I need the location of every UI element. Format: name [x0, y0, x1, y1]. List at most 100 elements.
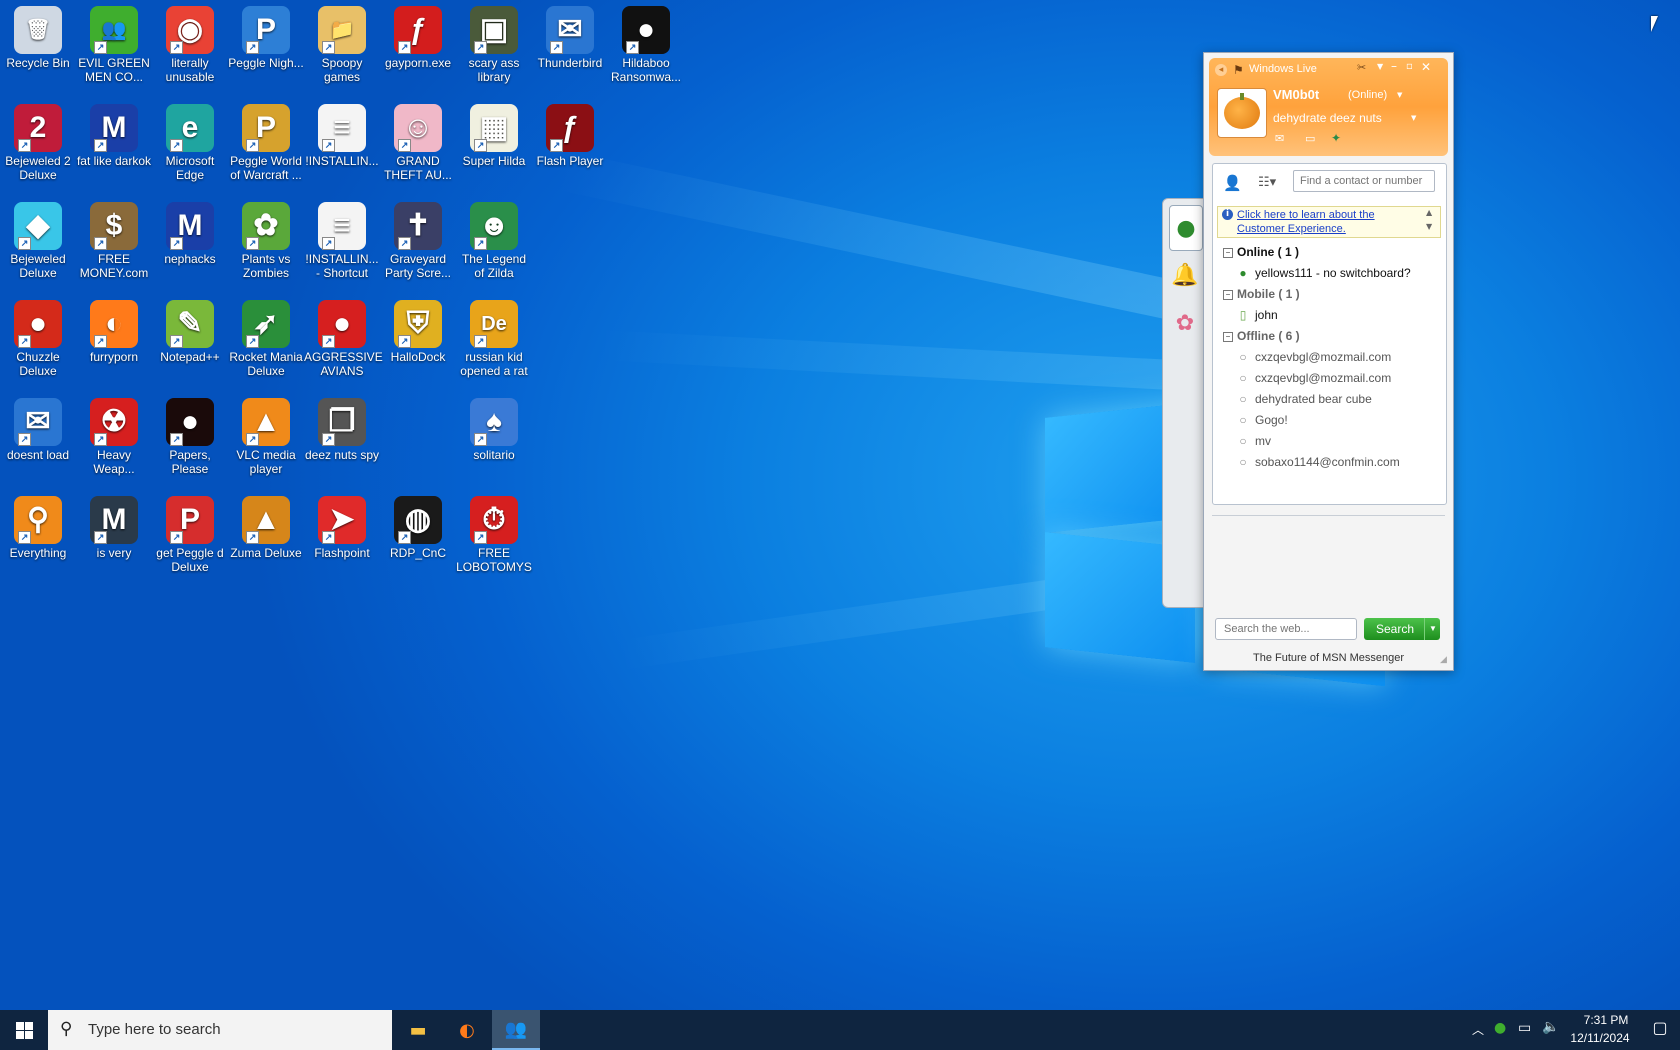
messenger-tray-icon[interactable]: ●	[1494, 1020, 1506, 1036]
contact-item[interactable]: ▯ john	[1213, 305, 1443, 325]
desktop-icon[interactable]: ▣ ↗ scary ass library	[456, 6, 532, 84]
status-dropdown-icon[interactable]: ▼	[1397, 91, 1402, 99]
clock-time[interactable]: 7:31 PM	[1574, 1013, 1638, 1027]
collapse-icon[interactable]: −	[1223, 247, 1233, 258]
desktop-icon[interactable]: ♠ ↗ solitario	[456, 398, 532, 462]
pm-dropdown-icon[interactable]: ▼	[1411, 114, 1416, 122]
desktop-icon[interactable]: e ↗ Microsoft Edge	[152, 104, 228, 182]
desktop-icon[interactable]: ● ↗ AGGRESSIVE AVIANS	[304, 300, 383, 378]
desktop-icon[interactable]: ✉ ↗ Thunderbird	[532, 6, 608, 70]
messenger-button[interactable]: 👥	[492, 1010, 540, 1050]
maximize-button[interactable]: ▫	[1406, 61, 1413, 72]
customer-experience-link[interactable]: Click here to learn about the Customer E…	[1237, 208, 1417, 236]
status-label[interactable]: (Online)	[1348, 89, 1387, 101]
show-hidden-icons[interactable]: ︿	[1472, 1021, 1484, 1038]
desktop-icon[interactable]: ✎ ↗ Notepad++	[152, 300, 228, 364]
contact-item[interactable]: ○ Gogo!	[1213, 410, 1443, 430]
flower-tab[interactable]: ✿	[1169, 301, 1201, 345]
desktop-icon[interactable]: ◐ ↗ furryporn	[76, 300, 152, 364]
clock-date[interactable]: 12/11/2024	[1562, 1031, 1638, 1045]
contact-search-input[interactable]	[1293, 170, 1435, 192]
desktop-icon[interactable]: ● ↗ Papers, Please	[152, 398, 228, 476]
desktop-icon[interactable]: 🗑 Recycle Bin	[0, 6, 76, 70]
desktop-icon[interactable]: P ↗ get Peggle d Deluxe	[152, 496, 228, 574]
display-name[interactable]: VM0b0t	[1273, 87, 1319, 102]
desktop-icon[interactable]: ➶ ↗ Rocket Mania Deluxe	[228, 300, 304, 378]
desktop-icon[interactable]: ☢ ↗ Heavy Weap...	[76, 398, 152, 476]
desktop-icon[interactable]: ● ↗ Hildaboo Ransomwa...	[608, 6, 684, 84]
desktop-icon[interactable]: ➤ ↗ Flashpoint	[304, 496, 380, 560]
settings-icon[interactable]: ✂	[1357, 61, 1366, 74]
contact-item[interactable]: ○ cxzqevbgl@mozmail.com	[1213, 347, 1443, 367]
sort-options-icon[interactable]: ☷▾	[1258, 175, 1276, 190]
menu-chevron-icon[interactable]: ▼	[1377, 62, 1383, 71]
mail-icon[interactable]: ✉	[1275, 132, 1284, 145]
desktop-icon[interactable]: ≡ ↗ !INSTALLIN... - Shortcut	[304, 202, 380, 280]
firefox-button[interactable]: ◐	[443, 1010, 491, 1050]
desktop-icon[interactable]: ⚲ ↗ Everything	[0, 496, 76, 560]
back-icon[interactable]: ◂	[1215, 64, 1227, 76]
desktop-icon[interactable]: ✉ ↗ doesnt load	[0, 398, 76, 462]
desktop-icon[interactable]: ≡ ↗ !INSTALLIN...	[304, 104, 380, 168]
contact-item[interactable]: ○ cxzqevbgl@mozmail.com	[1213, 368, 1443, 388]
contact-item[interactable]: ○ mv	[1213, 431, 1443, 451]
contact-group-header[interactable]: − Online ( 1 )	[1213, 242, 1443, 262]
file-explorer-button[interactable]: ▬	[394, 1010, 442, 1050]
notification-icon[interactable]: ▢	[1640, 1018, 1680, 1037]
scroll-up-icon[interactable]: ▲	[1426, 208, 1432, 217]
avatar[interactable]	[1217, 88, 1267, 138]
search-dropdown-icon[interactable]: ▼	[1424, 618, 1441, 640]
desktop-icon[interactable]: ◍ ↗ RDP_CnC	[380, 496, 456, 560]
desktop-icon[interactable]: P ↗ Peggle World of Warcraft ...	[228, 104, 304, 182]
desktop-icon[interactable]: $ ↗ FREE MONEY.com	[76, 202, 152, 280]
contact-item[interactable]: ○ sobaxo1144@confmin.com	[1213, 452, 1443, 472]
desktop-icon[interactable]: ▲ ↗ Zuma Deluxe	[228, 496, 304, 560]
scroll-down-icon[interactable]: ▼	[1426, 222, 1432, 231]
collapse-icon[interactable]: −	[1223, 289, 1233, 300]
web-search-button[interactable]: Search ▼	[1364, 618, 1440, 640]
desktop-icon[interactable]: De ↗ russian kid opened a rat	[456, 300, 532, 378]
desktop-icon[interactable]: ● ↗ Chuzzle Deluxe	[0, 300, 76, 378]
network-icon[interactable]: ▭	[1518, 1020, 1531, 1036]
desktop-icon[interactable]: ◉ ↗ literally unusable	[152, 6, 228, 84]
contact-item[interactable]: ● yellows111 - no switchboard?	[1213, 263, 1443, 283]
spaces-icon[interactable]: ✦	[1331, 131, 1341, 145]
resize-grip-icon[interactable]: ◢	[1440, 655, 1447, 665]
volume-icon[interactable]: 🔈	[1542, 1019, 1559, 1035]
desktop-icon[interactable]: ▲ ↗ VLC media player	[228, 398, 304, 476]
desktop-icon[interactable]: M ↗ nephacks	[152, 202, 228, 266]
close-button[interactable]: ✕	[1421, 60, 1431, 74]
personal-message[interactable]: dehydrate deez nuts	[1273, 111, 1382, 125]
alerts-tab[interactable]: 🔔	[1169, 253, 1201, 297]
desktop-icon[interactable]: ☺ ↗ GRAND THEFT AU...	[380, 104, 456, 182]
desktop-icon[interactable]: 👥 ↗ EVIL GREEN MEN CO...	[76, 6, 152, 84]
desktop-icon[interactable]: 2 ↗ Bejeweled 2 Deluxe	[0, 104, 76, 182]
desktop-icon[interactable]: M ↗ fat like darkok	[76, 104, 152, 168]
taskbar-search-box[interactable]: ⚲ Type here to search	[48, 1010, 392, 1050]
desktop-icon[interactable]: ☻ ↗ The Legend of Zilda	[456, 202, 532, 280]
desktop-icon[interactable]: ✝ ↗ Graveyard Party Scre...	[380, 202, 456, 280]
web-search-input[interactable]	[1215, 618, 1357, 640]
desktop-icon-label: Papers, Please	[169, 448, 211, 476]
contacts-tab[interactable]: ●	[1169, 205, 1203, 251]
folder-icon[interactable]: ▭	[1305, 132, 1315, 145]
desktop-icon[interactable]: ƒ ↗ gayporn.exe	[380, 6, 456, 70]
start-button[interactable]	[0, 1010, 48, 1050]
add-contact-icon[interactable]: 👤	[1223, 174, 1242, 192]
desktop-icon[interactable]: ✿ ↗ Plants vs Zombies	[228, 202, 304, 280]
contact-group-header[interactable]: − Mobile ( 1 )	[1213, 284, 1443, 304]
desktop-icon[interactable]: ƒ ↗ Flash Player	[532, 104, 608, 168]
desktop-icon[interactable]: ⛨ ↗ HalloDock	[380, 300, 456, 364]
desktop-icon-label: Flash Player	[536, 154, 604, 168]
desktop-icon[interactable]: P ↗ Peggle Nigh...	[228, 6, 304, 70]
desktop-icon[interactable]: ⏱ ↗ FREE LOBOTOMYS	[456, 496, 532, 574]
desktop-icon[interactable]: 📁 ↗ Spoopy games	[304, 6, 380, 84]
contact-item[interactable]: ○ dehydrated bear cube	[1213, 389, 1443, 409]
minimize-button[interactable]: –	[1391, 59, 1397, 73]
collapse-icon[interactable]: −	[1223, 331, 1233, 342]
desktop-icon[interactable]: M ↗ is very	[76, 496, 152, 560]
contact-group-header[interactable]: − Offline ( 6 )	[1213, 326, 1443, 346]
desktop-icon[interactable]: ▦ ↗ Super Hilda	[456, 104, 532, 168]
desktop-icon[interactable]: ◆ ↗ Bejeweled Deluxe	[0, 202, 76, 280]
desktop-icon[interactable]: ❐ ↗ deez nuts spy	[304, 398, 380, 462]
